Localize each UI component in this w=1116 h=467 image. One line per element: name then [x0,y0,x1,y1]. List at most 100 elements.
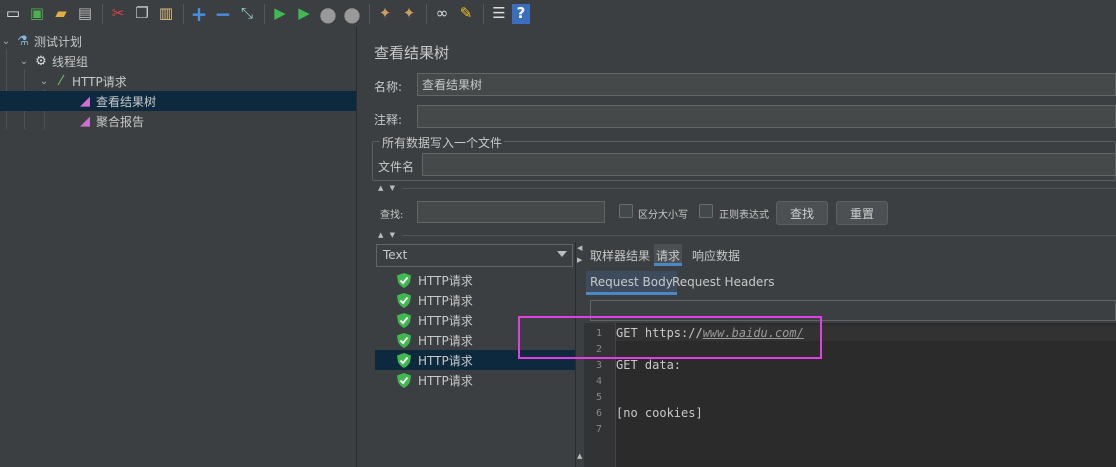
clear-icon[interactable]: ✦ [374,3,396,25]
divider [402,235,1116,236]
open-icon[interactable]: ▰ [50,3,72,25]
toolbar-divider [483,3,484,24]
annotation-highlight-box [518,316,822,359]
collapse-icon[interactable]: − [212,3,234,25]
expand-icon[interactable]: + [188,3,210,25]
success-shield-icon [397,312,411,328]
collapse-arrows[interactable]: ▲ ▼ [378,184,397,192]
tree-item-label: 测试计划 [34,34,83,49]
reset-button[interactable]: 重置 [836,201,888,225]
page-title: 查看结果树 [374,44,450,62]
shutdown-icon[interactable]: ● [341,3,363,25]
chart-icon: ◢ [80,113,90,129]
file-group-title: 所有数据写入一个文件 [380,134,505,151]
paste-icon[interactable]: ▥ [155,3,177,25]
view-results-tree-panel: 查看结果树 名称: 注释: 所有数据写入一个文件 文件名 ▲ ▼ 查找: 区分大… [364,27,1116,467]
sample-result-item[interactable]: HTTP请求 [375,270,575,290]
toggle-icon[interactable]: ⤡ [236,3,258,25]
clear-all-icon[interactable]: ✦ [398,3,420,25]
tree-item-aggregate-report[interactable]: ◢ 聚合报告 [74,111,356,131]
sample-result-item[interactable]: HTTP请求 [375,370,575,390]
code-line: GET data: [616,358,681,372]
reset-search-icon[interactable]: ✎ [455,3,477,25]
search-icon[interactable]: ∞ [431,3,453,25]
search-label: 查找: [380,210,404,221]
panel-splitter[interactable] [356,27,364,467]
case-sensitive-label: 区分大小写 [638,210,688,221]
success-shield-icon [397,352,411,368]
toolbar-divider [426,3,427,24]
comment-field[interactable] [417,105,1116,128]
sample-result-label: HTTP请求 [418,273,473,288]
tree-item-http-request[interactable]: ⌄ ⁄ HTTP请求 [38,71,356,91]
function-helper-icon[interactable]: ☰ [488,3,510,25]
sample-result-label: HTTP请求 [418,373,473,388]
tab-request-headers[interactable]: Request Headers [668,271,779,295]
templates-icon[interactable]: ▣ [26,3,48,25]
collapse-arrows[interactable]: ▲ ▼ [378,231,397,239]
sample-result-label: HTTP请求 [418,293,473,308]
regex-checkbox[interactable] [699,204,713,218]
new-icon[interactable]: ▭ [2,3,24,25]
find-button[interactable]: 查找 [776,201,828,225]
test-plan-tree: ⌄ ⚗ 测试计划 ⌄ ⚙ 线程组 ⌄ ⁄ HTTP请求 ◢ 查看结果树 ◢ 聚合… [0,27,356,467]
line-number: 4 [595,376,603,387]
chevron-down-icon[interactable]: ⌄ [0,36,12,47]
save-icon[interactable]: ▤ [74,3,96,25]
stop-icon[interactable]: ● [317,3,339,25]
chart-icon: ◢ [80,93,90,109]
divider [402,188,1116,189]
start-icon[interactable]: ▶ [269,3,291,25]
start-no-pauses-icon[interactable]: ▶ [293,3,315,25]
chevron-down-icon [557,251,567,257]
success-shield-icon [397,272,411,288]
success-shield-icon [397,372,411,388]
renderer-value: Text [383,248,408,262]
main-toolbar: ▭ ▣ ▰ ▤ ✂ ❐ ▥ + − ⤡ ▶ ▶ ● ● ✦ ✦ ∞ ✎ ☰ ? [0,0,1116,27]
help-icon[interactable]: ? [512,3,530,24]
toolbar-divider [102,3,103,24]
tree-item-view-results-tree[interactable]: ◢ 查看结果树 [0,91,356,111]
tree-item-test-plan[interactable]: ⌄ ⚗ 测试计划 [0,31,356,51]
flask-icon: ⚗ [17,33,29,49]
code-text: [no cookies] [616,406,703,420]
sample-result-item[interactable]: HTTP请求 [375,290,575,310]
line-number: 5 [595,392,603,403]
tab-sampler-result[interactable]: 取样器结果 [588,244,652,266]
cut-icon[interactable]: ✂ [107,3,129,25]
copy-icon[interactable]: ❐ [131,3,153,25]
filename-label: 文件名 [378,160,415,174]
tree-item-label: 线程组 [52,54,89,69]
search-input[interactable] [417,201,605,223]
name-field[interactable] [417,73,1116,96]
toolbar-divider [369,3,370,24]
sample-result-label: HTTP请求 [418,353,473,368]
line-number: 7 [595,424,603,435]
tab-request[interactable]: 请求 [654,244,683,266]
success-shield-icon [397,292,411,308]
code-line: [no cookies] [616,406,703,420]
sample-result-label: HTTP请求 [418,333,473,348]
tree-guide-line [6,49,7,129]
tree-item-label: HTTP请求 [72,74,127,89]
success-shield-icon [397,332,411,348]
filename-field[interactable] [422,153,1116,176]
pipette-icon: ⁄ [59,73,63,89]
case-sensitive-checkbox[interactable] [619,204,633,218]
regex-label: 正则表达式 [719,210,769,221]
chevron-down-icon[interactable]: ⌄ [18,56,30,67]
tree-item-label: 查看结果树 [96,94,157,109]
tab-response-data[interactable]: 响应数据 [690,244,742,266]
tab-request-body[interactable]: Request Body [586,271,677,295]
tree-item-label: 聚合报告 [96,114,145,129]
code-text: GET data: [616,358,682,372]
tree-item-thread-group[interactable]: ⌄ ⚙ 线程组 [18,51,356,71]
renderer-select[interactable]: Text [376,244,573,267]
toolbar-divider [183,3,184,24]
line-number: 3 [595,360,603,371]
comment-label: 注释: [374,113,403,127]
name-label: 名称: [374,80,403,94]
chevron-down-icon[interactable]: ⌄ [38,76,50,87]
gear-icon: ⚙ [35,53,47,69]
sample-result-label: HTTP请求 [418,313,473,328]
